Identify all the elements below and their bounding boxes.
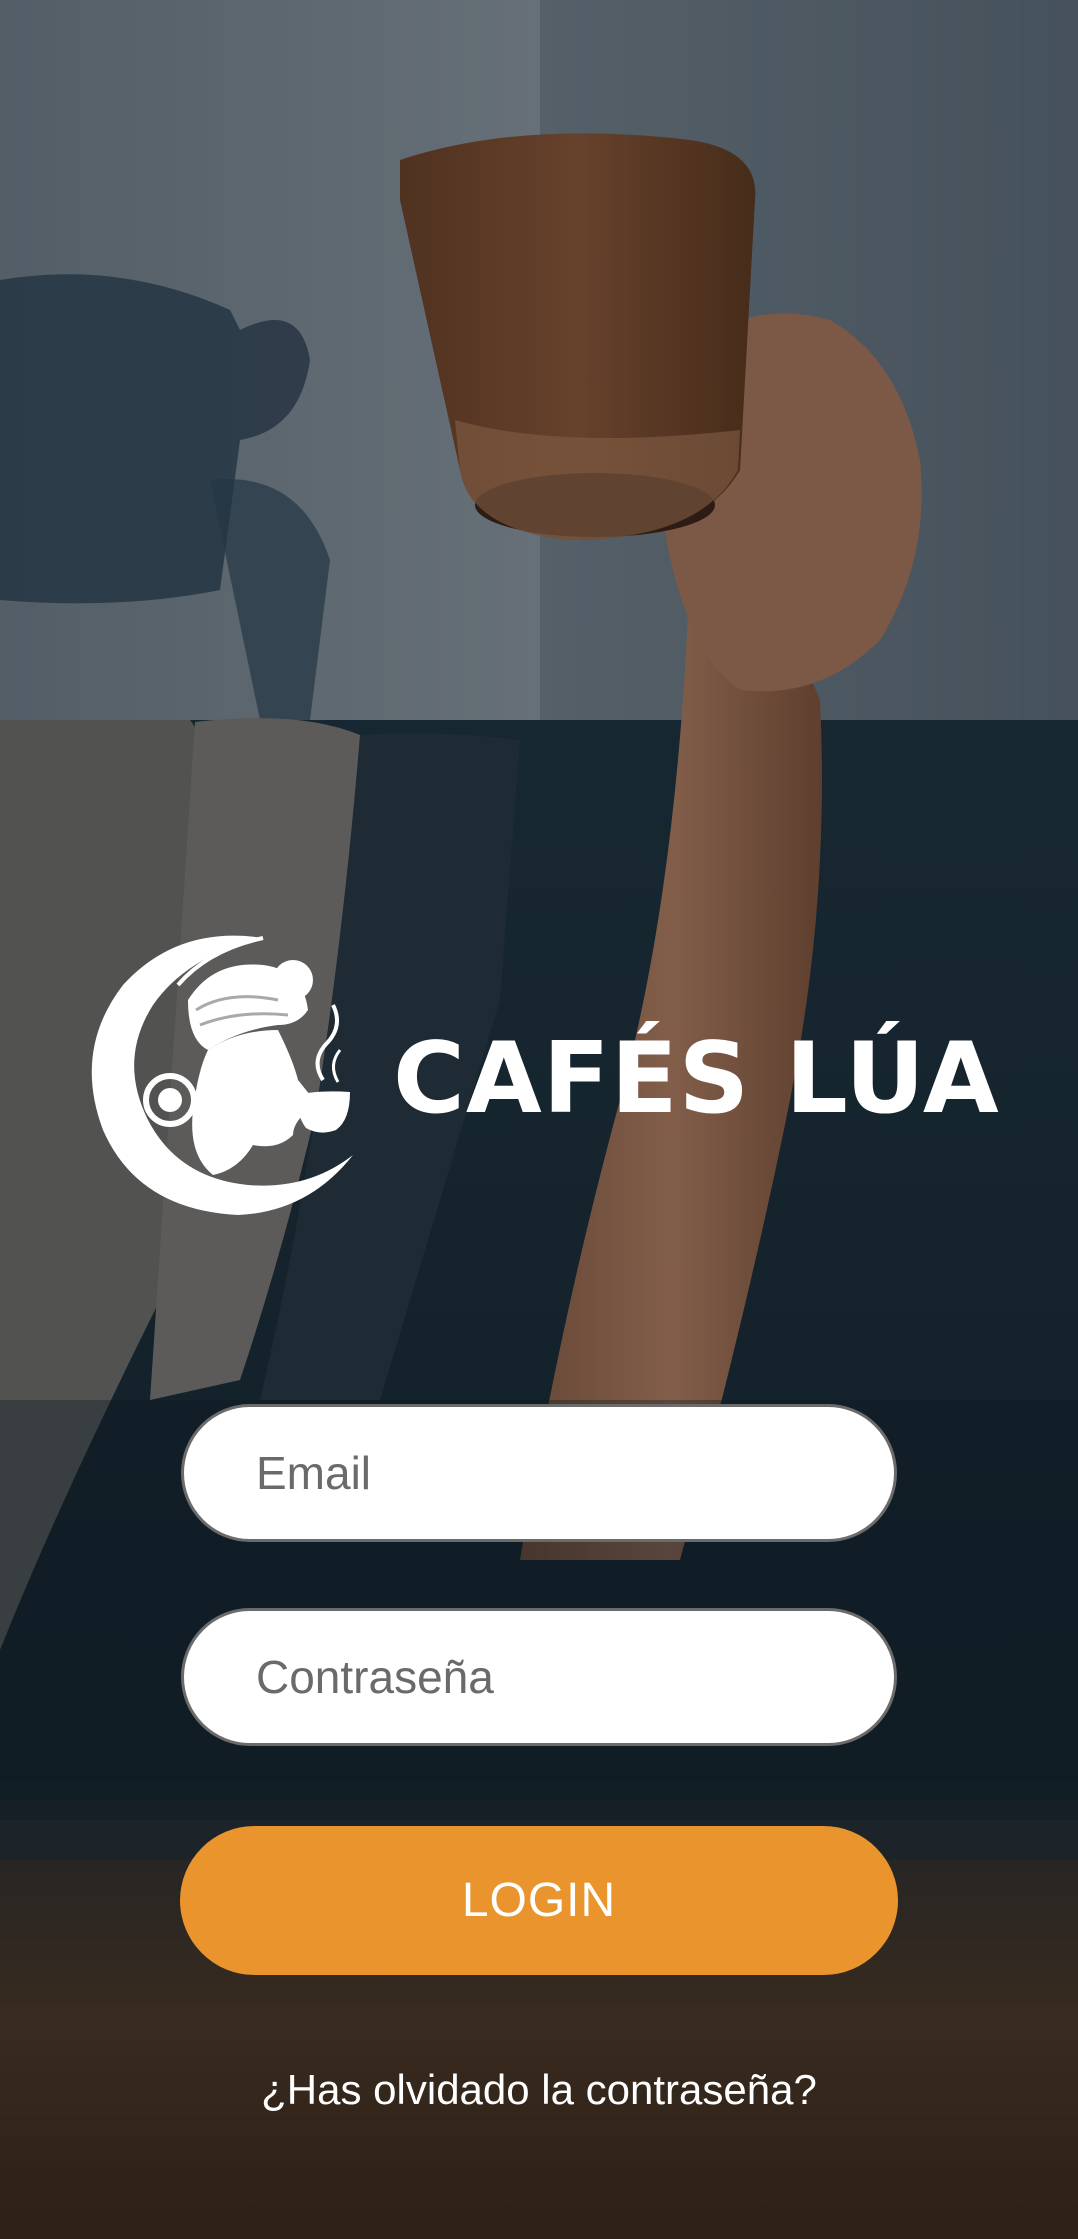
woman-moon-logo-icon (91, 935, 353, 1215)
forgot-password-link[interactable]: ¿Has olvidado la contraseña? (0, 2066, 1078, 2114)
brand-name: CAFÉS LÚA (393, 1022, 1000, 1136)
brand-logo: CAFÉS LÚA (88, 930, 1008, 1220)
login-button[interactable]: LOGIN (180, 1826, 898, 1975)
email-field[interactable] (181, 1404, 897, 1542)
password-field[interactable] (181, 1608, 897, 1746)
